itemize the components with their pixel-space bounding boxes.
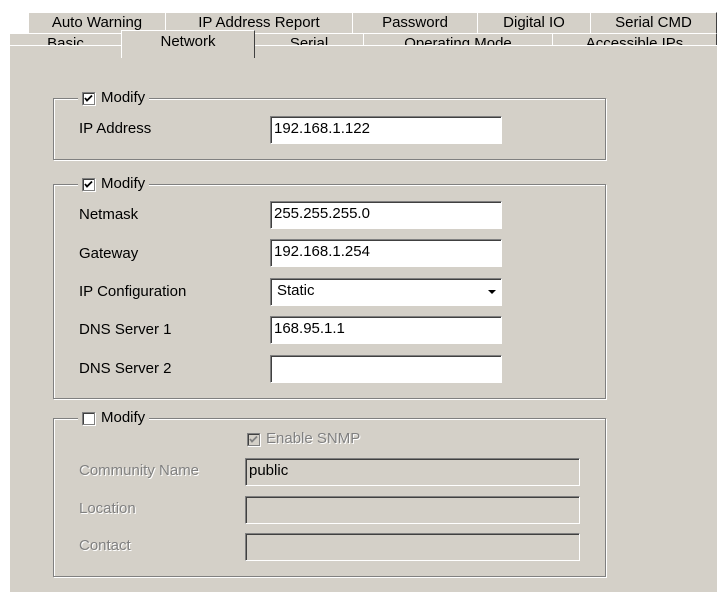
chevron-down-icon[interactable] bbox=[484, 280, 500, 304]
gateway-field[interactable]: 192.168.1.254 bbox=[270, 239, 502, 267]
ip-address-label: IP Address bbox=[79, 120, 152, 137]
enable-snmp-checkbox-row[interactable]: Enable SNMP bbox=[247, 428, 360, 450]
network-settings-group-legend: Modify bbox=[78, 173, 150, 195]
modify-label: Modify bbox=[101, 175, 146, 192]
ip-configuration-label: IP Configuration bbox=[79, 283, 187, 300]
enable-snmp-checkbox[interactable] bbox=[247, 432, 260, 446]
modify-checkbox-ip[interactable] bbox=[82, 91, 95, 105]
modify-label: Modify bbox=[101, 409, 146, 426]
ip-configuration-select[interactable]: Static bbox=[270, 278, 502, 306]
contact-field[interactable] bbox=[245, 533, 580, 561]
modify-checkbox-network[interactable] bbox=[82, 177, 95, 191]
contact-label: Contact bbox=[79, 537, 131, 554]
dns-server-2-field[interactable] bbox=[270, 355, 502, 383]
ip-address-field[interactable]: 192.168.1.122 bbox=[270, 116, 502, 144]
netmask-label: Netmask bbox=[79, 206, 139, 223]
location-label: Location bbox=[79, 500, 136, 517]
ip-address-group-legend: Modify bbox=[78, 87, 150, 109]
checkmark-icon bbox=[84, 94, 93, 102]
checkmark-icon bbox=[84, 180, 93, 188]
community-name-label: Community Name bbox=[79, 462, 200, 479]
enable-snmp-label: Enable SNMP bbox=[266, 430, 361, 447]
tab-serial-cmd[interactable]: Serial CMD bbox=[590, 12, 717, 34]
location-field[interactable] bbox=[245, 496, 580, 524]
tab-digital-io[interactable]: Digital IO bbox=[477, 12, 591, 34]
ip-configuration-value: Static bbox=[277, 282, 315, 299]
dns-server-1-label: DNS Server 1 bbox=[79, 321, 172, 338]
snmp-group-legend: Modify bbox=[78, 407, 150, 429]
netmask-field[interactable]: 255.255.255.0 bbox=[270, 201, 502, 229]
modify-checkbox-snmp[interactable] bbox=[82, 411, 95, 425]
dns-server-2-label: DNS Server 2 bbox=[79, 360, 172, 377]
community-name-field[interactable]: public bbox=[245, 458, 580, 486]
checkmark-icon bbox=[249, 435, 258, 443]
tab-password[interactable]: Password bbox=[352, 12, 478, 34]
modify-label: Modify bbox=[101, 89, 146, 106]
tab-network[interactable]: Network bbox=[121, 30, 255, 58]
gateway-label: Gateway bbox=[79, 245, 139, 262]
dns-server-1-field[interactable]: 168.95.1.1 bbox=[270, 316, 502, 344]
